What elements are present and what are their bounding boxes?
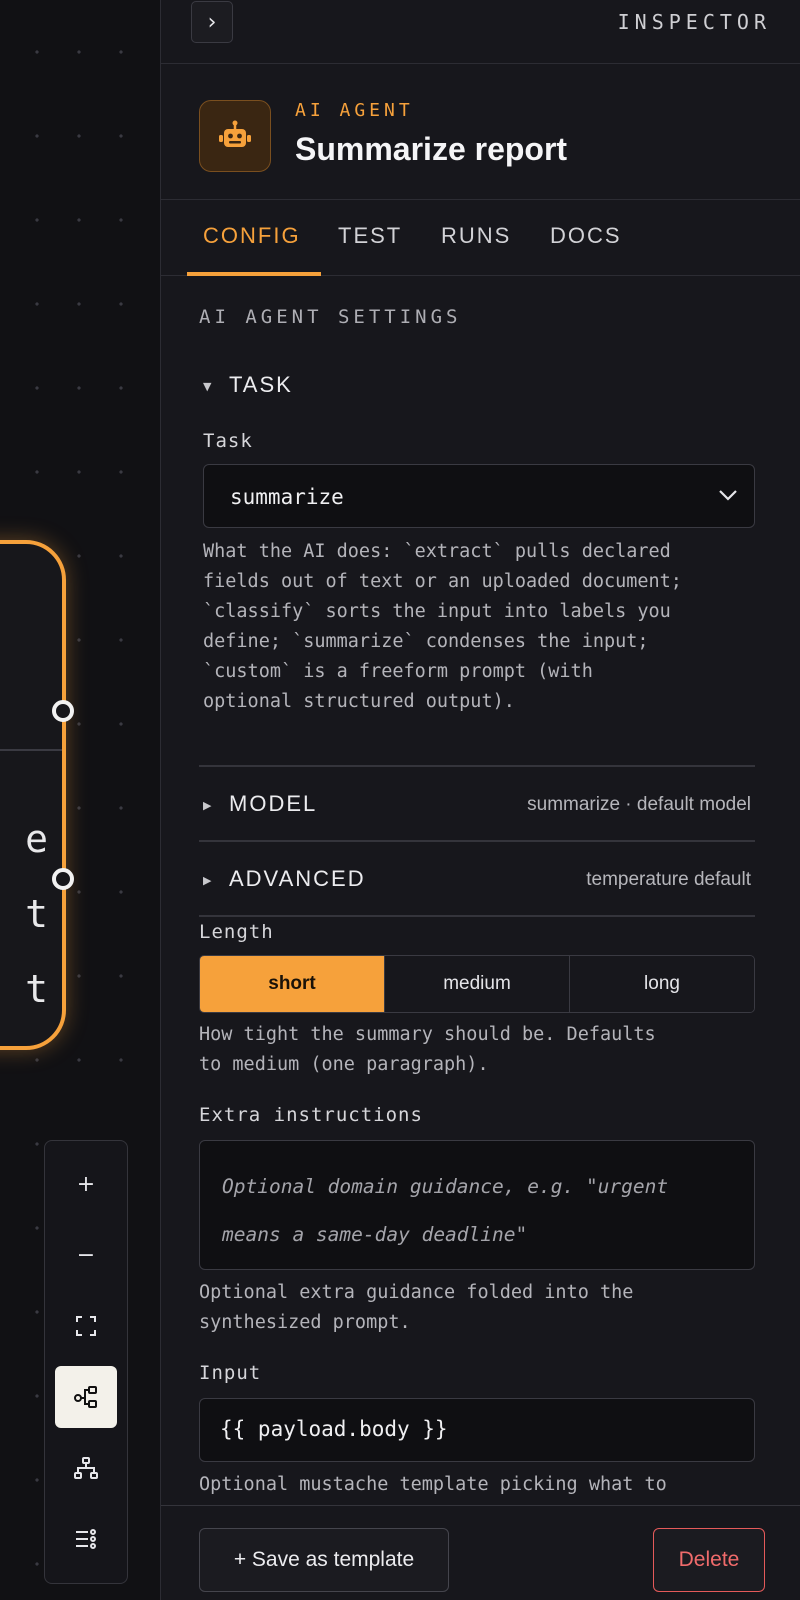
accordion-advanced-summary: temperature default	[586, 869, 751, 890]
zoom-in-button[interactable]: +	[55, 1153, 117, 1215]
tab-runs[interactable]: RUNS	[441, 200, 511, 276]
length-field-label: Length	[199, 921, 274, 943]
node-label: e t t	[25, 802, 48, 1027]
fit-view-button[interactable]	[55, 1295, 117, 1357]
node-type-label: AI AGENT	[295, 100, 414, 121]
accordion-model-summary: summarize · default model	[527, 794, 751, 815]
flow-graph-icon	[74, 1386, 97, 1408]
tab-test[interactable]: TEST	[338, 200, 402, 276]
collapse-panel-button[interactable]: ›	[191, 1, 233, 43]
caret-right-icon: ▶	[203, 874, 212, 887]
extra-instructions-placeholder: Optional domain guidance, e.g. "urgent m…	[222, 1175, 669, 1246]
inspector-tabs: CONFIG TEST RUNS DOCS	[161, 200, 800, 276]
minus-icon: −	[76, 1242, 96, 1268]
plus-icon: +	[76, 1171, 96, 1197]
flow-layout-button[interactable]	[55, 1366, 117, 1428]
inspector-topbar: › INSPECTOR	[161, 0, 800, 64]
accordion-task-label: TASK	[229, 372, 293, 397]
section-title: AI AGENT SETTINGS	[199, 306, 462, 328]
node-label-line: e	[25, 817, 48, 861]
canvas-controls: + −	[44, 1140, 128, 1584]
accordion-model[interactable]: ▶ MODEL summarize · default model	[199, 791, 755, 865]
caret-right-icon: ▶	[203, 799, 212, 812]
length-help-text: How tight the summary should be. Default…	[199, 1024, 656, 1075]
inspector-label: INSPECTOR	[617, 10, 771, 34]
caret-down-icon: ▼	[203, 380, 212, 393]
input-template-field[interactable]: {{ payload.body }}	[199, 1398, 755, 1462]
length-option-short[interactable]: short	[200, 956, 385, 1012]
divider	[199, 840, 755, 842]
list-view-button[interactable]	[55, 1508, 117, 1570]
node-output-port[interactable]	[52, 700, 74, 722]
inspector-panel: › INSPECTOR AI AGENT Summarize report CO…	[160, 0, 800, 1600]
accordion-advanced[interactable]: ▶ ADVANCED temperature default	[199, 866, 755, 940]
input-field-label: Input	[199, 1362, 262, 1384]
task-select[interactable]: summarize	[203, 464, 755, 528]
workflow-node[interactable]: e t t	[0, 540, 66, 1050]
input-template-value: {{ payload.body }}	[220, 1417, 448, 1441]
tree-layout-button[interactable]	[55, 1437, 117, 1499]
divider	[199, 915, 755, 917]
node-header: AI AGENT Summarize report	[161, 64, 800, 200]
inspector-footer: + Save as template Delete	[161, 1505, 800, 1600]
task-help-text: What the AI does: `extract` pulls declar…	[203, 541, 682, 712]
save-as-template-button[interactable]: + Save as template	[199, 1528, 449, 1592]
fit-view-icon	[76, 1316, 96, 1336]
list-settings-icon	[76, 1529, 96, 1549]
accordion-model-label: MODEL	[229, 791, 318, 816]
accordion-task[interactable]: ▼ TASK	[199, 372, 755, 446]
accordion-advanced-label: ADVANCED	[229, 866, 366, 891]
workflow-canvas[interactable]: e t t + −	[0, 0, 160, 1600]
node-label-line: t	[25, 967, 48, 1011]
node-divider	[0, 749, 62, 751]
task-select-value: summarize	[230, 485, 344, 509]
delete-button[interactable]: Delete	[653, 1528, 765, 1592]
extra-instructions-textarea[interactable]: Optional domain guidance, e.g. "urgent m…	[199, 1140, 755, 1270]
active-tab-indicator	[187, 272, 321, 276]
tab-docs[interactable]: DOCS	[550, 200, 622, 276]
input-help-text: Optional mustache template picking what …	[199, 1474, 667, 1495]
extra-instructions-help-text: Optional extra guidance folded into the …	[199, 1282, 634, 1333]
robot-icon	[199, 100, 271, 172]
task-field-label: Task	[203, 430, 253, 452]
node-label-line: t	[25, 892, 48, 936]
node-output-port[interactable]	[52, 868, 74, 890]
length-option-long[interactable]: long	[570, 956, 754, 1012]
extra-instructions-label: Extra instructions	[199, 1104, 423, 1126]
chevron-right-icon: ›	[207, 9, 217, 35]
chevron-down-icon	[719, 490, 737, 501]
length-segmented-control: short medium long	[199, 955, 755, 1013]
tab-config[interactable]: CONFIG	[203, 200, 301, 276]
tree-hierarchy-icon	[74, 1457, 98, 1479]
node-title[interactable]: Summarize report	[295, 131, 567, 168]
divider	[199, 765, 755, 767]
length-option-medium[interactable]: medium	[385, 956, 570, 1012]
zoom-out-button[interactable]: −	[55, 1224, 117, 1286]
